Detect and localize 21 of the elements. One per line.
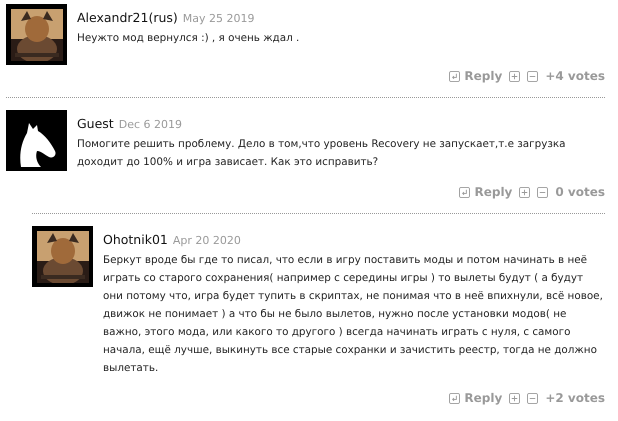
upvote-icon[interactable] [509,70,520,82]
downvote-icon[interactable] [537,186,548,198]
vote-count: 0 votes [555,185,605,199]
comment-text: Помогите решить проблему. Дело в том,что уровень Recovery не запускает,т.е загрузка доходит до 100% и игра зависает. Как это исправить? [77,137,567,170]
comment-text: Неужто мод вернулся :) , я очень ждал . [77,31,300,46]
comment-text: Беркут вроде бы где то писал, что если в игру поставить моды и потом начинать в неё играть со старого сохранения( например с середины игры ) то вылеты будут ( а будут они потому что, игра будет тупить в скриптах, не понимая что в неё впихнули, всё новое, движок не понимает ) а что бы не было вылетов, нужно после установки модов( не важно, этого мода, или какого то другого ) всегда начинать играть с нуля, с самого начала, ещё лучше, выкинуть все старые сохранки и зачистить реестр, тогда не должно вылетать. [103,253,604,376]
comment-date: May 25 2019 [182,12,255,25]
author-name[interactable]: Alexandr21(rus) [77,10,178,25]
downvote-icon[interactable] [527,70,538,82]
comment-date: Dec 6 2019 [118,118,182,131]
comment-date: Apr 20 2020 [172,234,241,247]
downvote-icon[interactable] [527,392,538,404]
upvote-icon[interactable] [509,392,520,404]
vote-count: +2 votes [545,391,605,405]
vote-count: +4 votes [545,69,605,83]
upvote-icon[interactable] [519,186,530,198]
reply-icon [449,392,460,404]
reply-icon [449,70,460,82]
author-name[interactable]: Ohotnik01 [103,232,168,247]
reply-icon [459,186,470,198]
author-name[interactable]: Guest [77,116,114,131]
